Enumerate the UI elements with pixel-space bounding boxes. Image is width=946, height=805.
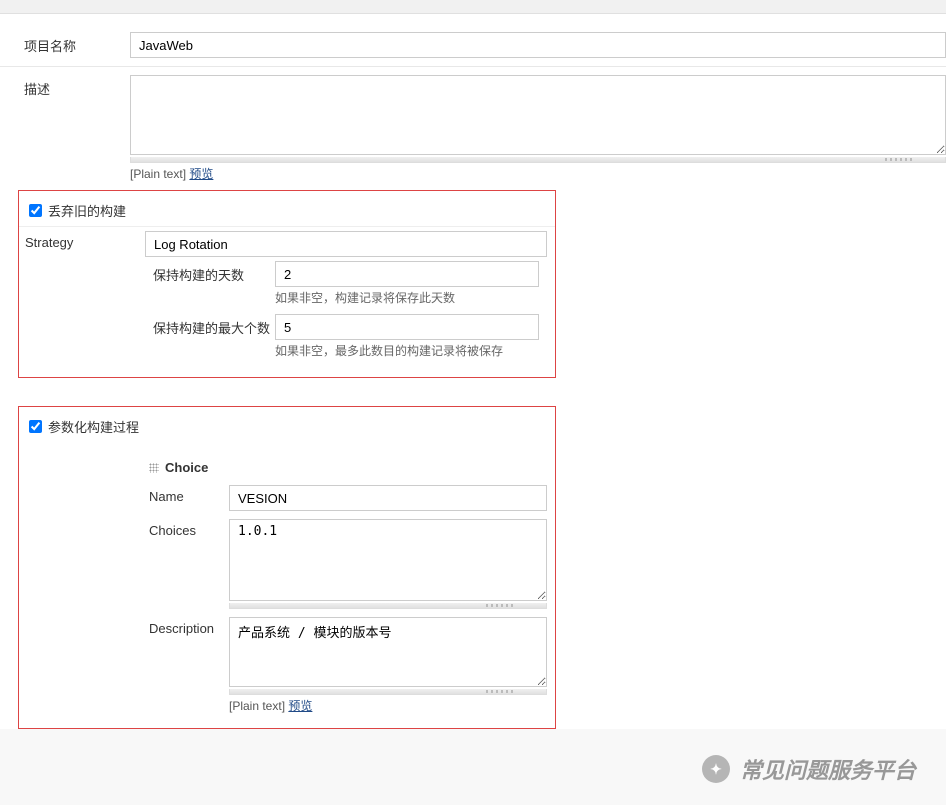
textarea-param-choices[interactable]: 1.0.1 xyxy=(229,519,547,601)
plain-text-label: [Plain text] xyxy=(130,167,186,181)
section-parametrize: 参数化构建过程 Choice Name Choices 1.0.1 xyxy=(18,406,556,729)
hint-days: 如果非空，构建记录将保存此天数 xyxy=(275,289,539,306)
row-discard-checkbox: 丢弃旧的构建 xyxy=(19,197,555,226)
row-param-choices: Choices 1.0.1 xyxy=(149,515,547,613)
label-discard-old-builds: 丢弃旧的构建 xyxy=(48,201,126,220)
label-parametrize: 参数化构建过程 xyxy=(48,417,139,436)
input-strategy[interactable] xyxy=(145,231,547,257)
header-strip xyxy=(0,0,946,14)
choice-header: Choice xyxy=(149,460,547,481)
label-param-choices: Choices xyxy=(149,519,229,538)
watermark-text: 常见问题服务平台 xyxy=(740,753,916,785)
input-max-builds[interactable] xyxy=(275,314,539,340)
section-discard-builds: 丢弃旧的构建 Strategy 保持构建的天数 如果非空，构建记录将保存此天数 … xyxy=(18,190,556,378)
label-project-name: 项目名称 xyxy=(0,32,130,55)
wechat-icon: ✦ xyxy=(702,755,730,783)
preview-link-2[interactable]: 预览 xyxy=(288,699,312,713)
row-project-name: 项目名称 xyxy=(0,24,946,67)
checkbox-parametrize[interactable] xyxy=(29,420,42,433)
label-description: 描述 xyxy=(0,75,130,98)
row-parametrize-checkbox: 参数化构建过程 xyxy=(19,413,555,442)
row-param-name: Name xyxy=(149,481,547,515)
hint-max: 如果非空，最多此数目的构建记录将被保存 xyxy=(275,342,539,359)
input-days-to-keep[interactable] xyxy=(275,261,539,287)
watermark: ✦ 常见问题服务平台 xyxy=(702,753,916,785)
row-strategy: Strategy 保持构建的天数 如果非空，构建记录将保存此天数 保持构建的最大… xyxy=(19,226,555,367)
label-param-name: Name xyxy=(149,485,229,504)
textarea-description[interactable] xyxy=(130,75,946,155)
plain-text-label-2: [Plain text] xyxy=(229,699,285,713)
input-project-name[interactable] xyxy=(130,32,946,58)
resize-handle-choices[interactable] xyxy=(229,603,547,609)
checkbox-discard-old-builds[interactable] xyxy=(29,204,42,217)
resize-handle-desc[interactable] xyxy=(229,689,547,695)
choice-title: Choice xyxy=(165,460,208,475)
row-param-description: Description 产品系统 / 模块的版本号 [Plain text] 预… xyxy=(149,613,547,718)
preview-link[interactable]: 预览 xyxy=(189,167,213,181)
input-param-name[interactable] xyxy=(229,485,547,511)
label-param-description: Description xyxy=(149,617,229,636)
row-description: 描述 [Plain text] 预览 xyxy=(0,67,946,190)
param-choice-block: Choice Name Choices 1.0.1 Description 产品… xyxy=(149,460,555,718)
resize-handle[interactable] xyxy=(130,157,946,163)
label-max-builds: 保持构建的最大个数 xyxy=(145,314,275,337)
drag-handle-icon[interactable] xyxy=(149,463,159,473)
textarea-param-description[interactable]: 产品系统 / 模块的版本号 xyxy=(229,617,547,687)
label-days-to-keep: 保持构建的天数 xyxy=(145,261,275,284)
label-strategy: Strategy xyxy=(25,231,145,250)
